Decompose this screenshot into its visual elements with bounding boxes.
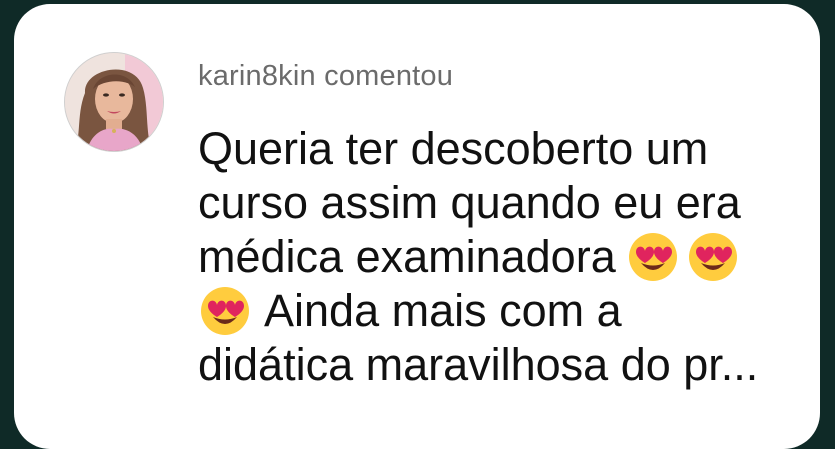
screen-background: karin8kin comentou Queria ter descoberto…	[0, 0, 835, 449]
profile-photo	[65, 53, 163, 151]
comment-line-3-wrap: médica examinadora	[198, 230, 798, 284]
comment-header: karin8kin comentou	[198, 60, 453, 93]
avatar[interactable]	[64, 52, 164, 152]
comment-line-4: Ainda mais com a	[264, 285, 622, 336]
comment-line-3: médica examinadora	[198, 231, 616, 282]
comment-line-1: Queria ter descoberto um	[198, 123, 709, 174]
comment-card: karin8kin comentou Queria ter descoberto…	[14, 4, 820, 449]
comment-text: Queria ter descoberto um curso assim qua…	[198, 122, 798, 392]
action-text: comentou	[324, 60, 454, 92]
comment-line-2: curso assim quando eu era	[198, 177, 741, 228]
username-link[interactable]: karin8kin	[198, 60, 316, 92]
comment-line-4-wrap: Ainda mais com a	[198, 284, 798, 338]
heart-eyes-emoji-icon	[201, 287, 249, 335]
heart-eyes-emoji-icon	[688, 233, 737, 281]
comment-line-5[interactable]: didática maravilhosa do pr...	[198, 338, 798, 392]
heart-eyes-emoji-icon	[628, 233, 677, 281]
